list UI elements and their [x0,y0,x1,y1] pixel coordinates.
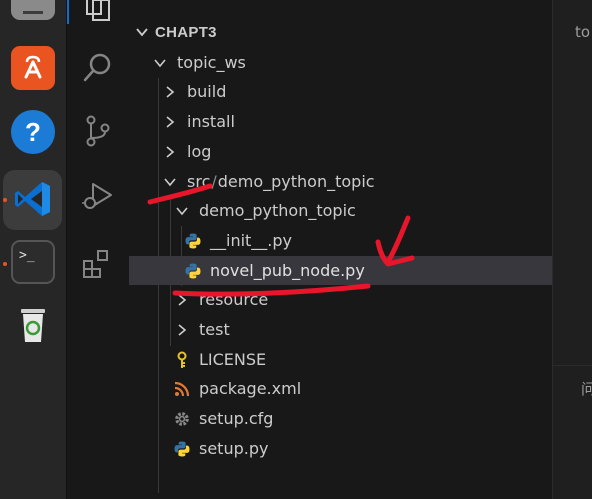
folder-label: resource [199,290,269,309]
python-file-icon [185,263,201,278]
tree-folder-install[interactable]: install [129,107,552,136]
file-label: package.xml [199,379,302,398]
python-file-icon [185,233,201,248]
file-label: __init__.py [210,231,293,250]
folder-label-demo-python-topic: demo_python_topic [217,172,375,191]
folder-label: test [199,320,230,339]
file-label: novel_pub_node.py [210,261,365,280]
file-label: setup.cfg [199,409,274,428]
explorer-panel: CHAPT3 topic_ws build install log src / … [129,0,552,499]
extensions-icon[interactable] [81,246,115,280]
chevron-right-icon [166,115,175,128]
chevron-right-icon [178,293,187,306]
tree-folder-demo-python-topic-pkg[interactable]: demo_python_topic [129,196,552,225]
tree-folder-log[interactable]: log [129,137,552,166]
tree-file-package-xml[interactable]: package.xml [129,374,552,403]
running-indicator [3,262,7,266]
tree-file-setup-py[interactable]: setup.py [129,434,552,463]
tree-file-novel-pub-node-py[interactable]: novel_pub_node.py [129,256,552,285]
run-debug-icon[interactable] [81,178,115,212]
trash-icon[interactable] [11,303,55,347]
tree-folder-topic-ws[interactable]: topic_ws [129,48,552,77]
folder-label: install [187,112,235,131]
section-title: CHAPT3 [155,23,217,41]
chevron-right-icon [166,85,175,98]
tree-file-license[interactable]: LICENSE [129,345,552,374]
panel-divider [553,365,592,366]
license-key-icon [177,351,187,368]
search-icon[interactable] [81,50,115,84]
chevron-down-icon [176,206,188,215]
tree-folder-resource[interactable]: resource [129,285,552,314]
files-icon[interactable] [81,0,115,24]
files-app-icon[interactable] [11,0,55,20]
tree-folder-src-demo-python-topic[interactable]: src / demo_python_topic [129,167,552,196]
gear-icon [175,411,189,426]
help-icon[interactable]: ? [11,110,55,154]
chevron-right-icon [178,323,187,336]
terminal-app-icon[interactable]: >_ [11,240,55,284]
chevron-down-icon [136,28,148,37]
app-center-icon[interactable] [11,46,55,90]
file-label: setup.py [199,439,269,458]
ubuntu-dock: ? >_ [0,0,67,499]
tree-folder-test[interactable]: test [129,315,552,344]
folder-label: log [187,142,212,161]
vscode-app-icon[interactable] [11,177,55,221]
screenshot: ? >_ CHAPT3 topic_ws build install log s… [0,0,592,499]
file-label: LICENSE [199,350,267,369]
rss-xml-icon [174,381,190,396]
editor-area: to 问 [552,0,592,499]
folder-label: topic_ws [177,53,246,72]
chevron-down-icon [164,177,176,186]
folder-label: build [187,82,227,101]
tree-file-setup-cfg[interactable]: setup.cfg [129,404,552,433]
tree-file-init-py[interactable]: __init__.py [129,226,552,255]
compact-folder-separator: / [211,172,217,191]
active-view-indicator [67,0,69,24]
editor-text-bottom: 问 [581,380,592,398]
activity-bar [67,0,129,499]
source-control-icon[interactable] [81,114,115,148]
explorer-section-header[interactable]: CHAPT3 [129,20,552,44]
tree-folder-build[interactable]: build [129,77,552,106]
chevron-right-icon [166,145,175,158]
python-file-icon [174,441,190,456]
running-indicator [3,198,7,202]
folder-label-src: src [187,172,211,191]
chevron-down-icon [154,58,166,67]
editor-text-top: to [575,23,591,41]
folder-label: demo_python_topic [199,201,356,220]
